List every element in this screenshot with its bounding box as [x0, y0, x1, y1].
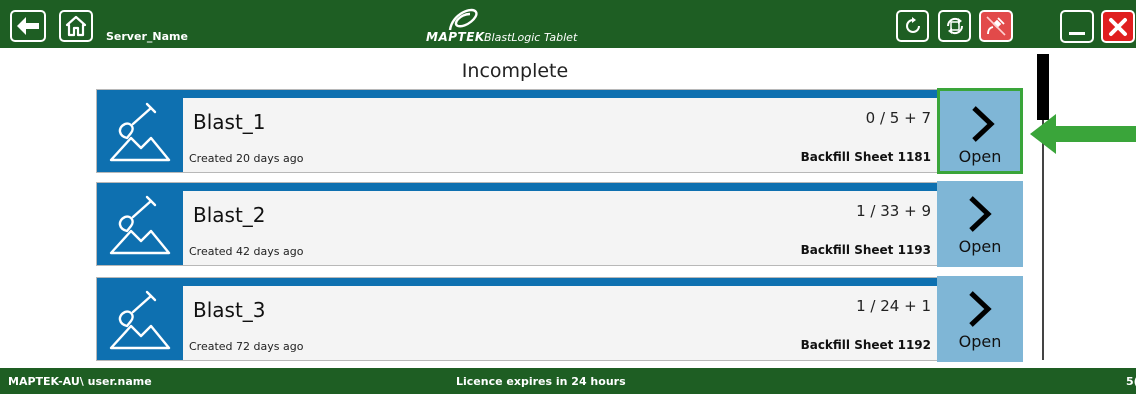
back-button[interactable]: [10, 10, 46, 42]
blast-card[interactable]: Blast_3 Created 72 days ago 1 / 24 + 1 B…: [96, 277, 938, 361]
gps-disconnected-icon: [986, 16, 1006, 36]
home-button[interactable]: [59, 10, 93, 42]
chevron-right-icon: [969, 291, 992, 327]
status-bar: MAPTEK-AU\ user.name Licence expires in …: [0, 368, 1136, 394]
licence-status: Licence expires in 24 hours: [456, 375, 626, 388]
refresh-icon: [905, 17, 920, 33]
blast-thumbnail: [97, 183, 183, 265]
back-arrow-icon: [17, 17, 39, 35]
status-clock: 5(: [1126, 375, 1136, 388]
open-button[interactable]: Open: [937, 181, 1023, 267]
blast-thumbnail: [97, 90, 183, 172]
blast-hole-count: 1 / 24 + 1: [856, 297, 931, 315]
blast-name: Blast_3: [193, 298, 266, 322]
blast-name: Blast_1: [193, 110, 266, 134]
minimize-icon: [1069, 31, 1085, 35]
close-button[interactable]: [1101, 10, 1135, 43]
blast-created: Created 72 days ago: [189, 340, 304, 353]
server-name: Server_Name: [106, 30, 188, 43]
minimize-button[interactable]: [1060, 10, 1094, 43]
chevron-right-icon: [972, 106, 995, 142]
card-accent-strip: [97, 90, 937, 98]
backfill-sheet: Backfill Sheet 1192: [800, 338, 931, 352]
blast-hole-count: 0 / 5 + 7: [865, 109, 931, 127]
chevron-right-icon: [969, 196, 992, 232]
open-label: Open: [958, 237, 1002, 256]
scrollbar-thumb[interactable]: [1037, 54, 1049, 120]
open-label: Open: [958, 147, 1002, 166]
brand-product: BlastLogic Tablet: [484, 31, 578, 44]
blast-drill-mountain-icon: [109, 195, 171, 255]
blast-hole-count: 1 / 33 + 9: [856, 202, 931, 220]
blast-created: Created 20 days ago: [189, 152, 304, 165]
open-label: Open: [958, 332, 1002, 351]
blast-drill-mountain-icon: [109, 290, 171, 350]
open-button[interactable]: Open: [937, 276, 1023, 362]
blast-created: Created 42 days ago: [189, 245, 304, 258]
open-button[interactable]: Open: [937, 88, 1023, 174]
close-icon: [1109, 17, 1127, 36]
sync-button[interactable]: [938, 10, 971, 42]
backfill-sheet: Backfill Sheet 1193: [800, 243, 931, 257]
blast-name: Blast_2: [193, 203, 266, 227]
top-toolbar: Server_Name MAPTEK BlastLogic Tablet: [0, 0, 1136, 48]
blast-card[interactable]: Blast_2 Created 42 days ago 1 / 33 + 9 B…: [96, 182, 938, 266]
refresh-button[interactable]: [896, 10, 929, 42]
blast-drill-mountain-icon: [109, 102, 171, 162]
blast-thumbnail: [97, 278, 183, 360]
page-title: Incomplete: [461, 60, 569, 82]
current-user: MAPTEK-AU\ user.name: [8, 375, 152, 388]
backfill-sheet: Backfill Sheet 1181: [800, 150, 931, 164]
sync-icon: [946, 17, 963, 35]
blast-card[interactable]: Blast_1 Created 20 days ago 0 / 5 + 7 Ba…: [96, 89, 938, 173]
home-icon: [65, 15, 87, 37]
card-accent-strip: [97, 183, 937, 191]
gps-status-button[interactable]: [979, 10, 1013, 42]
card-accent-strip: [97, 278, 937, 286]
highlight-arrow-icon: [1030, 114, 1136, 154]
brand-logo: MAPTEK BlastLogic Tablet: [400, 4, 660, 46]
brand-name: MAPTEK: [426, 30, 485, 44]
